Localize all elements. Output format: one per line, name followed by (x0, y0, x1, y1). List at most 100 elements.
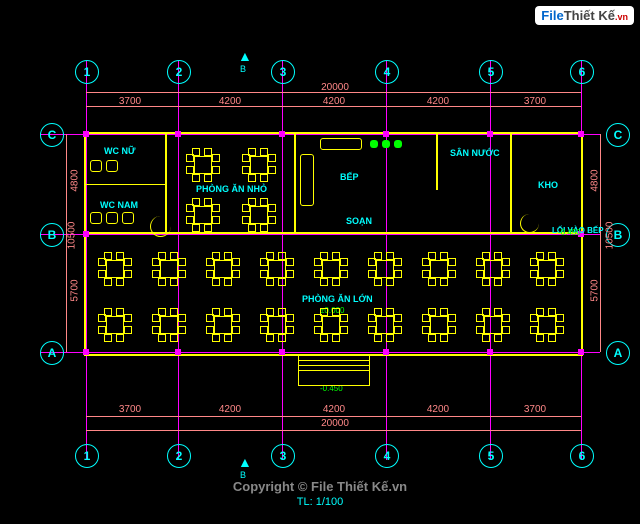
column (175, 349, 181, 355)
sink-icon (394, 140, 402, 148)
dining-table (476, 252, 508, 284)
dining-table (260, 308, 292, 340)
dim-bot-2: 4200 (210, 404, 250, 415)
dim-right-1: 4800 (590, 166, 601, 196)
dim-top-5: 3700 (515, 96, 555, 107)
door-icon (520, 214, 539, 233)
column (578, 131, 584, 137)
label-soan: SOẠN (346, 216, 372, 226)
dim-line-bot-seg (86, 416, 581, 417)
label-san-nuoc: SÂN NƯỚC (450, 148, 500, 158)
dim-line-bot-total (86, 430, 581, 431)
dining-table (242, 198, 274, 230)
label-wc-nam: WC NAM (100, 200, 138, 210)
grid-bubble-a-right: A (606, 341, 630, 365)
toilet-icon (106, 160, 118, 172)
dining-table (476, 308, 508, 340)
dim-bot-3: 4200 (314, 404, 354, 415)
label-wc-nu: WC NỮ (104, 146, 135, 156)
grid-bubble-6-top: 6 (570, 60, 594, 84)
column (487, 131, 493, 137)
wall-v-kitchen (294, 134, 296, 234)
stove-icon (300, 154, 314, 206)
dim-top-3: 4200 (314, 96, 354, 107)
dim-top-4: 4200 (418, 96, 458, 107)
dining-table (242, 148, 274, 180)
dining-table (422, 252, 454, 284)
grid-bubble-1-bot: 1 (75, 444, 99, 468)
dim-top-1: 3700 (110, 96, 150, 107)
dim-bot-1: 3700 (110, 404, 150, 415)
dining-table (186, 198, 218, 230)
toilet-icon (106, 212, 118, 224)
entry-steps (298, 354, 370, 386)
toilet-icon (90, 212, 102, 224)
north-arrow-bot: ▲ (238, 454, 252, 470)
column (83, 231, 89, 237)
dim-right-2: 5700 (590, 276, 601, 306)
level-side: -0.450 (558, 228, 581, 237)
north-arrow-top: ▲ (238, 48, 252, 64)
wall-h-top (86, 232, 294, 234)
logo-tld: .vn (615, 12, 628, 22)
column (578, 349, 584, 355)
dim-left-1: 4800 (70, 166, 81, 196)
grid-bubble-c-right: C (606, 123, 630, 147)
dim-bot-total: 20000 (300, 418, 370, 429)
copyright-text: Copyright © File Thiết Kế.vn (233, 479, 407, 494)
dining-table (98, 252, 130, 284)
grid-bubble-c-left: C (40, 123, 64, 147)
dining-table (186, 148, 218, 180)
dining-table (368, 252, 400, 284)
wall-h-top2 (294, 232, 581, 234)
dining-table (314, 308, 346, 340)
dining-table (530, 252, 562, 284)
drawing-scale: TL: 1/100 (0, 496, 640, 508)
column (279, 349, 285, 355)
label-bep: BẾP (340, 172, 359, 182)
toilet-icon (122, 212, 134, 224)
logo-part1: File (541, 8, 563, 23)
dim-right-total: 10500 (605, 216, 616, 256)
label-phong-an-lon: PHÒNG ĂN LỚN (302, 294, 373, 304)
logo-part2: Thiết Kế (564, 8, 615, 23)
dining-table (152, 308, 184, 340)
dim-bot-5: 3700 (515, 404, 555, 415)
dining-table (260, 252, 292, 284)
label-kho: KHO (538, 180, 558, 190)
grid-bubble-1-top: 1 (75, 60, 99, 84)
wall-v-kho (510, 134, 512, 234)
column (83, 349, 89, 355)
counter-icon (320, 138, 362, 150)
floorplan-canvas: FileThiết Kế.vn 1 2 3 4 5 6 1 2 3 4 5 6 … (0, 0, 640, 524)
column (383, 131, 389, 137)
wall-h-wc (86, 184, 165, 185)
sink-icon (382, 140, 390, 148)
grid-bubble-6-bot: 6 (570, 444, 594, 468)
dim-top-2: 4200 (210, 96, 250, 107)
dining-table (98, 308, 130, 340)
column (487, 349, 493, 355)
grid-bubble-4-top: 4 (375, 60, 399, 84)
dining-table (422, 308, 454, 340)
dining-table (314, 252, 346, 284)
grid-bubble-2-top: 2 (167, 60, 191, 84)
grid-bubble-4-bot: 4 (375, 444, 399, 468)
column (83, 131, 89, 137)
dining-table (530, 308, 562, 340)
label-phong-an-nho: PHÒNG ĂN NHỎ (196, 184, 267, 194)
drawing-title: Copyright © File Thiết Kế.vn (0, 478, 640, 494)
dim-top-total: 20000 (300, 82, 370, 93)
dining-table (206, 252, 238, 284)
column (175, 131, 181, 137)
sink-icon (370, 140, 378, 148)
grid-bubble-a-left: A (40, 341, 64, 365)
grid-bubble-2-bot: 2 (167, 444, 191, 468)
dining-table (206, 308, 238, 340)
column (279, 131, 285, 137)
dim-left-total: 10500 (67, 216, 78, 256)
watermark-logo: FileThiết Kế.vn (535, 6, 634, 25)
grid-bubble-5-bot: 5 (479, 444, 503, 468)
wall-v-bep (436, 134, 438, 190)
north-label-top: B (240, 64, 246, 74)
